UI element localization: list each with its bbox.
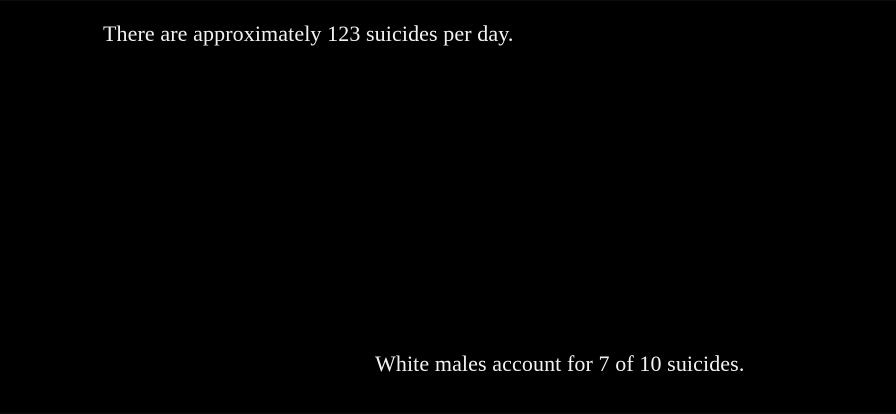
slide-frame: There are approximately 123 suicides per… (0, 0, 896, 414)
caption-bottom: White males account for 7 of 10 suicides… (375, 351, 745, 376)
caption-top: There are approximately 123 suicides per… (103, 21, 514, 46)
